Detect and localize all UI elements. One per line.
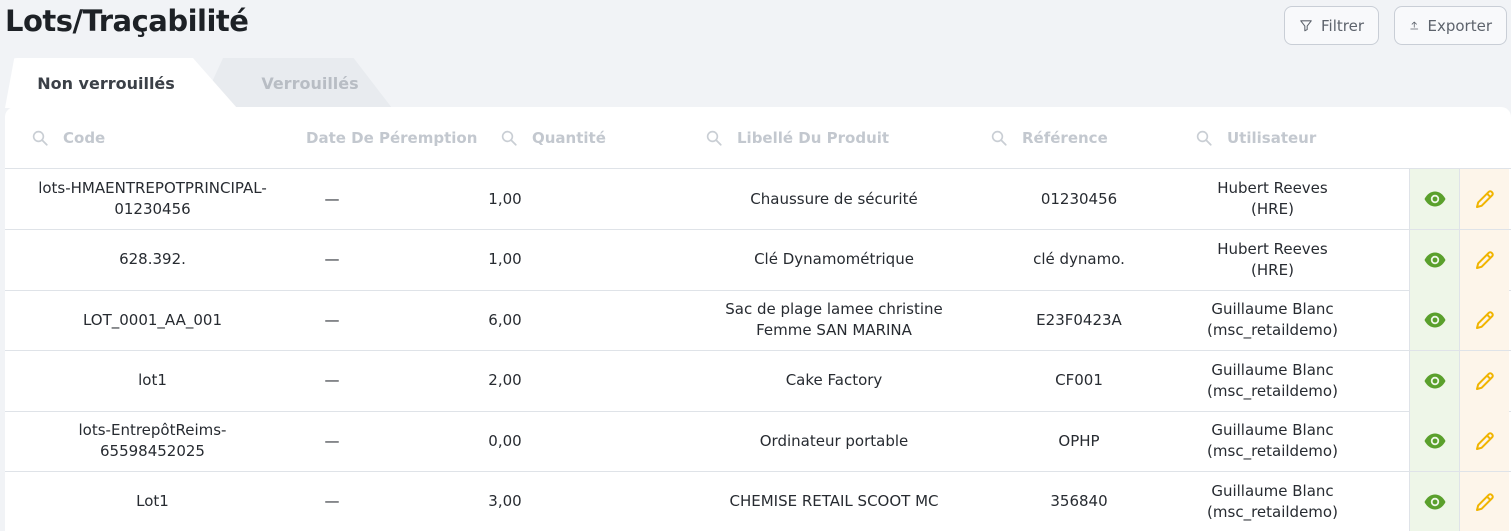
cell-date: — (324, 189, 340, 208)
cell-code: LOT_0001_AA_001 (82, 310, 223, 329)
cell-ref: E23F0423A (1036, 310, 1122, 329)
cell-product: Ordinateur portable (759, 431, 909, 450)
cell-product: Chaussure de sécurité (750, 189, 918, 208)
search-icon (991, 130, 1007, 146)
cell-user: Guillaume Blanc (msc_retaildemo) (1207, 300, 1338, 339)
search-icon (32, 130, 48, 146)
search-icon (706, 130, 722, 146)
cell-user: Hubert Reeves (HRE) (1217, 239, 1328, 279)
cell-ref: 356840 (1050, 492, 1108, 510)
cell-date: — (324, 250, 340, 268)
cell-qty: 3,00 (488, 492, 522, 510)
cell-ref: OPHP (1058, 431, 1100, 450)
cell-code: 628.392. (119, 250, 186, 268)
eye-icon (1424, 252, 1445, 267)
funnel-icon (1300, 20, 1312, 32)
pencil-icon (1475, 250, 1494, 269)
search-icon (1196, 130, 1212, 146)
table-row: lot1 — 2,00 Cake Factory CF001 Guillaume Blan… (5, 350, 1511, 412)
table-row: Lot1 — 3,00 CHEMISE RETAIL SCOOT MC 356840 Gu… (5, 471, 1511, 531)
view-button[interactable] (1409, 471, 1459, 531)
cell-qty: 0,00 (488, 431, 522, 450)
view-button[interactable] (1409, 350, 1459, 411)
cell-code: lots-EntrepôtReims-65598452025 (78, 421, 227, 460)
edit-button[interactable] (1459, 411, 1509, 471)
table-row: 628.392. — 1,00 Clé Dynamométrique clé dynam… (5, 229, 1511, 291)
cell-product: CHEMISE RETAIL SCOOT MC (729, 492, 939, 510)
cell-code: Lot1 (136, 492, 169, 510)
column-filter-reference[interactable]: Référence (990, 107, 1108, 169)
edit-button[interactable] (1459, 290, 1509, 350)
cell-code: lots-HMAENTREPOTPRINCIPAL-01230456 (38, 179, 267, 218)
export-button[interactable]: Exporter (1394, 6, 1507, 45)
cell-product: Clé Dynamométrique (754, 250, 914, 268)
cell-date: — (324, 310, 340, 329)
table-header: Code Date De Péremption Quantité Libellé… (5, 107, 1511, 169)
filter-label: Filtrer (1321, 16, 1364, 35)
view-button[interactable] (1409, 411, 1459, 471)
cell-date: — (324, 371, 340, 389)
pencil-icon (1475, 492, 1494, 511)
table-row: lots-HMAENTREPOTPRINCIPAL-01230456 — 1,00 C… (5, 169, 1511, 230)
search-icon (501, 130, 517, 146)
cell-date: — (324, 492, 340, 510)
eye-icon (1424, 312, 1445, 328)
edit-button[interactable] (1459, 350, 1509, 411)
eye-icon (1424, 433, 1445, 449)
cell-qty: 1,00 (488, 189, 522, 208)
edit-button[interactable] (1459, 229, 1509, 290)
cell-user: Hubert Reeves (HRE) (1217, 179, 1328, 218)
cell-ref: 01230456 (1040, 189, 1118, 208)
cell-user: Guillaume Blanc (msc_retaildemo) (1207, 481, 1338, 521)
pencil-icon (1475, 190, 1494, 208)
cell-product: Sac de plage lamee christine Femme SAN M… (725, 300, 943, 339)
column-filter-quantite[interactable]: Quantité (500, 107, 606, 169)
page-title: Lots/Traçabilité (5, 4, 249, 38)
column-header-date: Date De Péremption (306, 129, 478, 147)
eye-icon (1424, 494, 1445, 509)
cell-code: lot1 (138, 371, 167, 389)
column-filter-libelle[interactable]: Libellé Du Produit (705, 107, 889, 169)
upload-icon (1410, 21, 1419, 30)
lots-table: Code Date De Péremption Quantité Libellé… (5, 107, 1511, 531)
export-label: Exporter (1427, 16, 1493, 35)
view-button[interactable] (1409, 290, 1459, 350)
filter-button[interactable]: Filtrer (1284, 6, 1379, 45)
cell-date: — (324, 431, 340, 450)
cell-qty: 2,00 (488, 371, 522, 389)
cell-qty: 6,00 (488, 310, 522, 329)
eye-icon (1424, 373, 1445, 388)
cell-user: Guillaume Blanc (msc_retaildemo) (1207, 360, 1338, 400)
edit-button[interactable] (1459, 471, 1509, 531)
table-row: LOT_0001_AA_001 — 6,00 Sac de plage lamee c… (5, 290, 1511, 351)
table-row: lots-EntrepôtReims-65598452025 — 0,00 Ordin… (5, 411, 1511, 472)
cell-qty: 1,00 (488, 250, 522, 268)
column-filter-utilisateur[interactable]: Utilisateur (1195, 107, 1316, 169)
cell-ref: CF001 (1055, 371, 1103, 389)
eye-icon (1424, 191, 1445, 207)
cell-user: Guillaume Blanc (msc_retaildemo) (1207, 421, 1338, 460)
pencil-icon (1475, 311, 1494, 329)
column-filter-code[interactable]: Code (31, 107, 105, 169)
tab-non-verrouilles[interactable]: Non verrouillés (5, 58, 237, 108)
pencil-icon (1475, 371, 1494, 390)
cell-ref: clé dynamo. (1033, 250, 1125, 268)
cell-product: Cake Factory (785, 371, 883, 389)
pencil-icon (1475, 432, 1494, 450)
view-button[interactable] (1409, 169, 1459, 229)
edit-button[interactable] (1459, 169, 1509, 229)
view-button[interactable] (1409, 229, 1459, 290)
